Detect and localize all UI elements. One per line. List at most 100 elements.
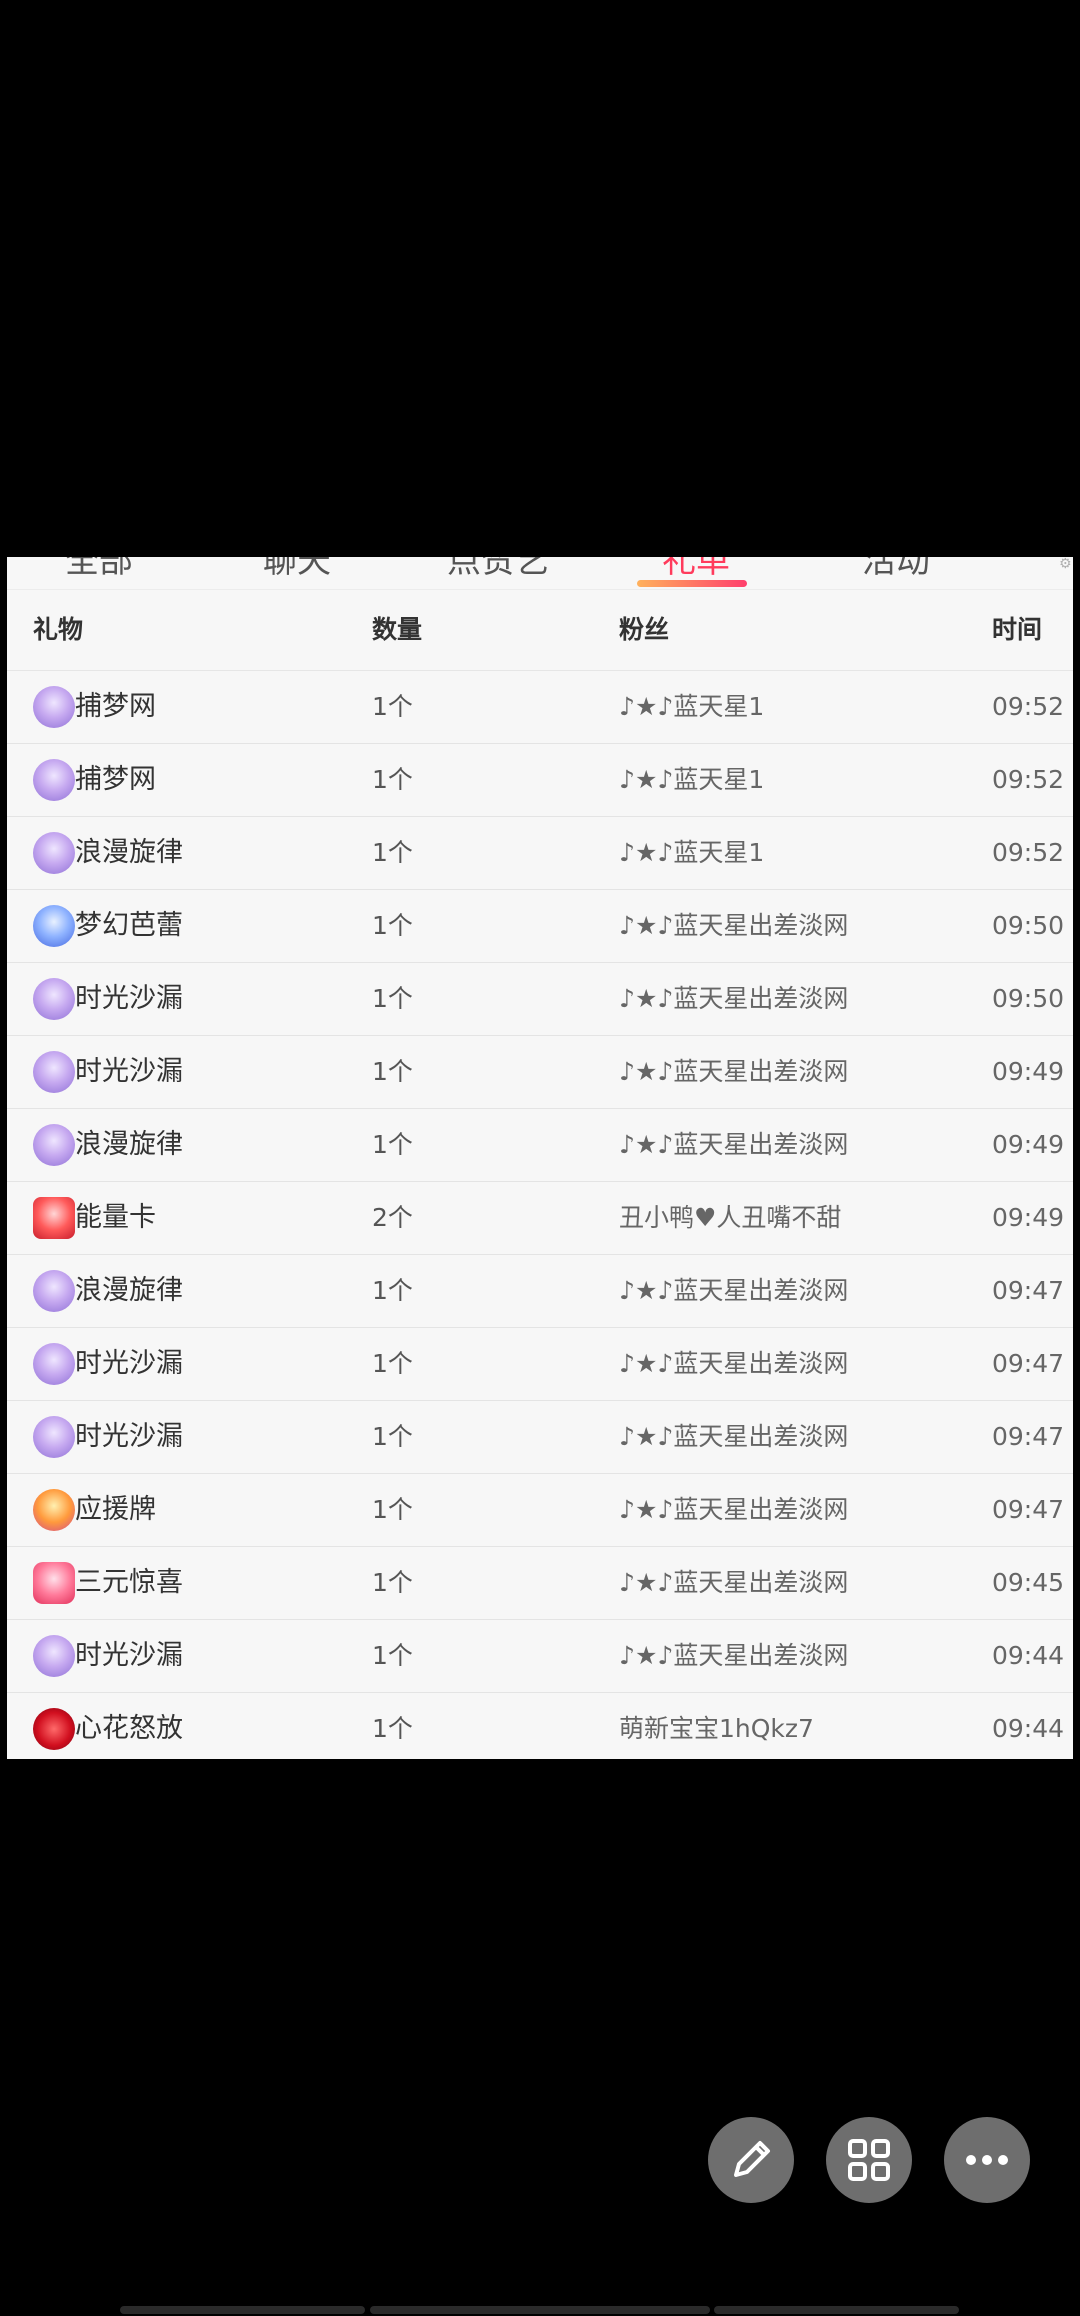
tab-gifts[interactable]: 礼单 <box>662 557 730 582</box>
fan-name: ♪★♪蓝天星1 <box>619 692 765 721</box>
table-row[interactable]: 捕梦网 1个 ♪★♪蓝天星1 09:52 <box>7 671 1073 744</box>
gift-qty: 1个 <box>372 1057 413 1086</box>
gift-qty: 1个 <box>372 1641 413 1670</box>
gift-qty: 1个 <box>372 1568 413 1597</box>
dreamcatcher-icon <box>33 686 75 728</box>
ballet-icon <box>33 905 75 947</box>
tab-bar: 全部 聊天 点赞艺 礼单 活动 ⚙ <box>7 557 1073 590</box>
fan-name: ♪★♪蓝天星出差淡网 <box>619 1349 849 1378</box>
bottom-indicator <box>714 2306 959 2314</box>
more-button[interactable] <box>944 2117 1030 2203</box>
gift-time: 09:44 <box>992 1641 1065 1670</box>
tab-chat[interactable]: 聊天 <box>263 557 331 582</box>
header-gift: 礼物 <box>33 615 84 644</box>
table-row[interactable]: 浪漫旋律 1个 ♪★♪蓝天星1 09:52 <box>7 817 1073 890</box>
fan-name: ♪★♪蓝天星出差淡网 <box>619 1422 849 1451</box>
table-row[interactable]: 应援牌 1个 ♪★♪蓝天星出差淡网 09:47 <box>7 1474 1073 1547</box>
table-row[interactable]: 捕梦网 1个 ♪★♪蓝天星1 09:52 <box>7 744 1073 817</box>
table-row[interactable]: 时光沙漏 1个 ♪★♪蓝天星出差淡网 09:47 <box>7 1328 1073 1401</box>
table-row[interactable]: 能量卡 2个 丑小鸭♥人丑嘴不甜 09:49 <box>7 1182 1073 1255</box>
gift-qty: 1个 <box>372 1130 413 1159</box>
gift-name: 捕梦网 <box>75 691 156 722</box>
apps-button[interactable] <box>826 2117 912 2203</box>
gift-time: 09:47 <box>992 1276 1065 1305</box>
table-row[interactable]: 时光沙漏 1个 ♪★♪蓝天星出差淡网 09:47 <box>7 1401 1073 1474</box>
table-row[interactable]: 浪漫旋律 1个 ♪★♪蓝天星出差淡网 09:49 <box>7 1109 1073 1182</box>
hourglass-icon <box>33 1051 75 1093</box>
gift-time: 09:47 <box>992 1495 1065 1524</box>
table-row[interactable]: 时光沙漏 1个 ♪★♪蓝天星出差淡网 09:50 <box>7 963 1073 1036</box>
grid-icon <box>848 2139 890 2181</box>
active-tab-indicator <box>637 580 747 587</box>
gift-qty: 1个 <box>372 692 413 721</box>
gift-name: 时光沙漏 <box>75 1056 183 1087</box>
gift-qty: 1个 <box>372 911 413 940</box>
more-dots-icon <box>966 2155 1008 2165</box>
table-header: 礼物 数量 粉丝 时间 <box>7 590 1073 671</box>
header-time: 时间 <box>992 615 1043 644</box>
gift-qty: 2个 <box>372 1203 413 1232</box>
table-row[interactable]: 心花怒放 1个 萌新宝宝1hQkz7 09:44 <box>7 1693 1073 1759</box>
hourglass-icon <box>33 1635 75 1677</box>
gift-qty: 1个 <box>372 1422 413 1451</box>
gift-time: 09:47 <box>992 1349 1065 1378</box>
gift-name: 心花怒放 <box>75 1713 183 1744</box>
gift-name: 浪漫旋律 <box>75 1129 183 1160</box>
table-row[interactable]: 时光沙漏 1个 ♪★♪蓝天星出差淡网 09:44 <box>7 1620 1073 1693</box>
gift-list-screenshot: 全部 聊天 点赞艺 礼单 活动 ⚙ 礼物 数量 粉丝 时间 捕梦网 1个 ♪★♪… <box>7 557 1073 1759</box>
hourglass-icon <box>33 1416 75 1458</box>
gift-time: 09:47 <box>992 1422 1065 1451</box>
edit-button[interactable] <box>708 2117 794 2203</box>
table-row[interactable]: 时光沙漏 1个 ♪★♪蓝天星出差淡网 09:49 <box>7 1036 1073 1109</box>
gift-name: 三元惊喜 <box>75 1567 183 1598</box>
cheer-sign-icon <box>33 1489 75 1531</box>
hourglass-icon <box>33 1343 75 1385</box>
gift-name: 应援牌 <box>75 1494 156 1525</box>
bottom-indicator <box>120 2306 365 2314</box>
melody-icon <box>33 1270 75 1312</box>
fan-name: ♪★♪蓝天星1 <box>619 765 765 794</box>
fan-name: ♪★♪蓝天星出差淡网 <box>619 1641 849 1670</box>
gift-time: 09:52 <box>992 692 1065 721</box>
gift-time: 09:49 <box>992 1130 1065 1159</box>
gift-name: 能量卡 <box>75 1202 156 1233</box>
gift-time: 09:49 <box>992 1203 1065 1232</box>
gift-qty: 1个 <box>372 1714 413 1743</box>
table-row[interactable]: 三元惊喜 1个 ♪★♪蓝天星出差淡网 09:45 <box>7 1547 1073 1620</box>
table-row[interactable]: 梦幻芭蕾 1个 ♪★♪蓝天星出差淡网 09:50 <box>7 890 1073 963</box>
fan-name: ♪★♪蓝天星1 <box>619 838 765 867</box>
gift-name: 浪漫旋律 <box>75 1275 183 1306</box>
energy-card-icon <box>33 1197 75 1239</box>
tab-likes[interactable]: 点赞艺 <box>447 557 549 582</box>
gift-time: 09:50 <box>992 984 1065 1013</box>
melody-icon <box>33 1124 75 1166</box>
fan-name: 萌新宝宝1hQkz7 <box>619 1714 814 1743</box>
fan-name: ♪★♪蓝天星出差淡网 <box>619 1568 849 1597</box>
gift-time: 09:52 <box>992 765 1065 794</box>
tab-activity[interactable]: 活动 <box>862 557 930 582</box>
header-qty: 数量 <box>372 615 423 644</box>
gift-qty: 1个 <box>372 1495 413 1524</box>
fan-name: ♪★♪蓝天星出差淡网 <box>619 1276 849 1305</box>
table-row[interactable]: 浪漫旋律 1个 ♪★♪蓝天星出差淡网 09:47 <box>7 1255 1073 1328</box>
gift-name: 时光沙漏 <box>75 1421 183 1452</box>
gift-time: 09:50 <box>992 911 1065 940</box>
gift-name: 时光沙漏 <box>75 983 183 1014</box>
pencil-icon <box>734 2141 770 2177</box>
gift-time: 09:44 <box>992 1714 1065 1743</box>
fan-name: ♪★♪蓝天星出差淡网 <box>619 1495 849 1524</box>
gift-name: 时光沙漏 <box>75 1640 183 1671</box>
bottom-indicator <box>370 2306 710 2314</box>
melody-icon <box>33 832 75 874</box>
gift-name: 时光沙漏 <box>75 1348 183 1379</box>
gift-qty: 1个 <box>372 765 413 794</box>
gift-name: 捕梦网 <box>75 764 156 795</box>
settings-icon[interactable]: ⚙ <box>1059 557 1073 571</box>
dreamcatcher-icon <box>33 759 75 801</box>
tab-all[interactable]: 全部 <box>65 557 133 582</box>
gift-time: 09:52 <box>992 838 1065 867</box>
gift-qty: 1个 <box>372 1276 413 1305</box>
fan-name: ♪★♪蓝天星出差淡网 <box>619 911 849 940</box>
gift-time: 09:45 <box>992 1568 1065 1597</box>
gift-time: 09:49 <box>992 1057 1065 1086</box>
